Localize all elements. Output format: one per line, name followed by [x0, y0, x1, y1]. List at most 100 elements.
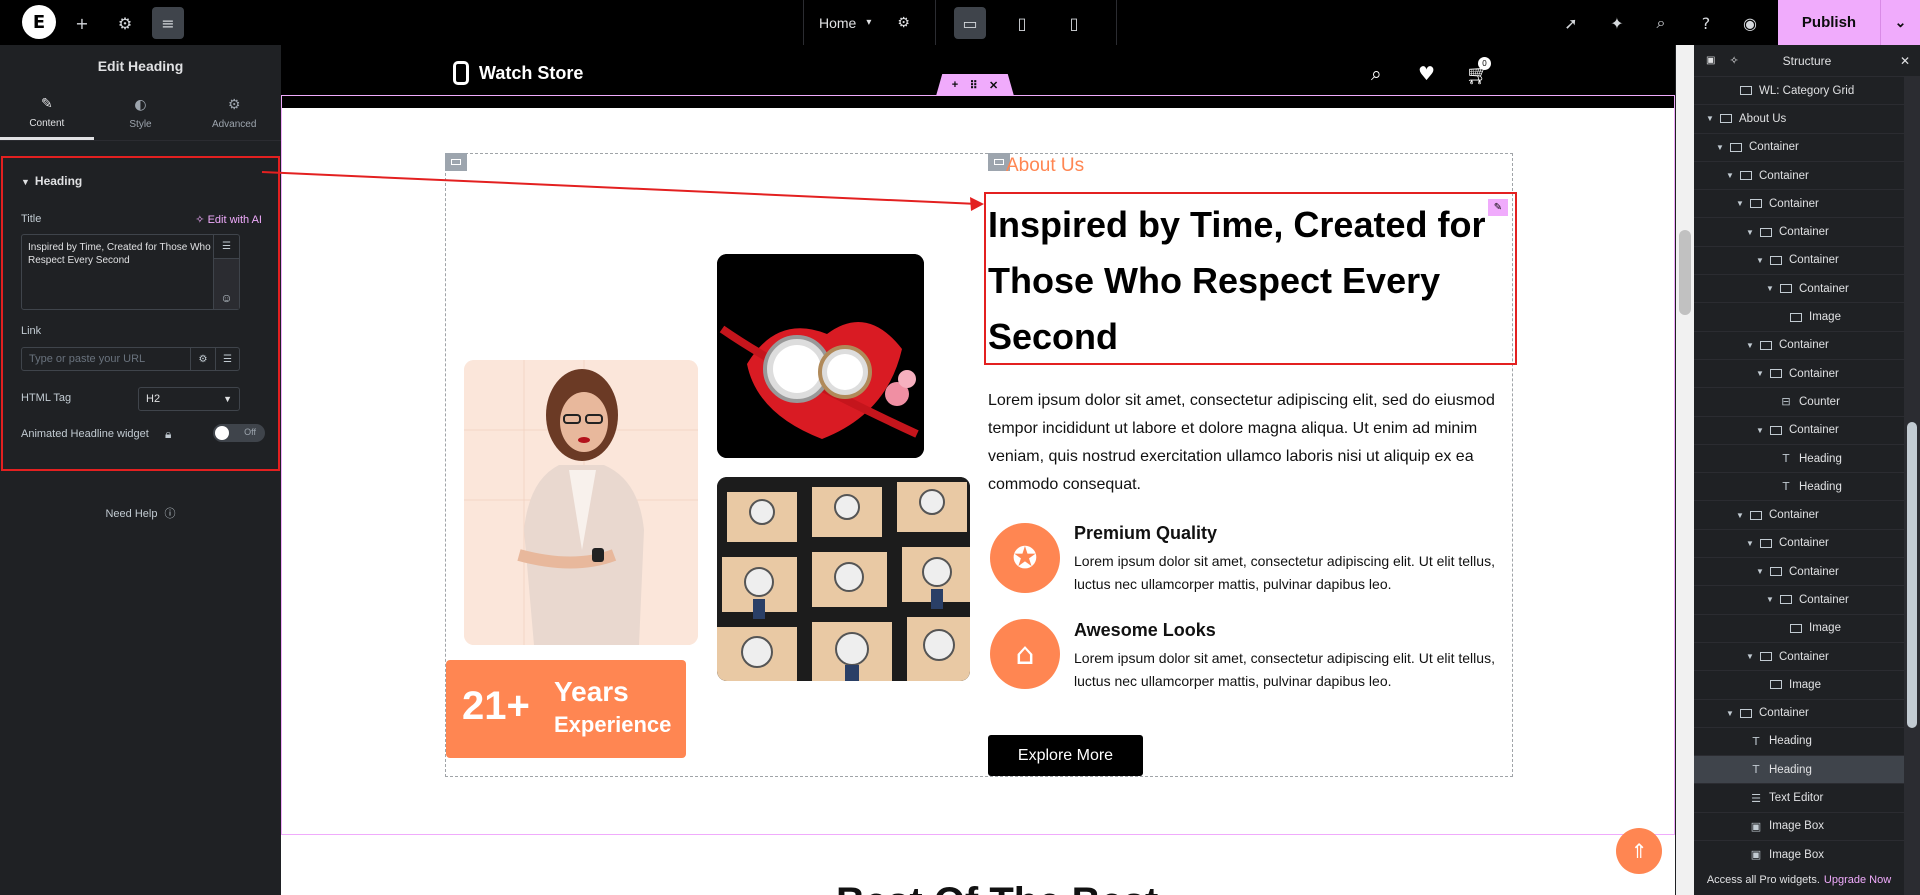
tree-node[interactable]: ▼ Container [1694, 190, 1904, 219]
page-settings-icon[interactable]: ⚙ [897, 14, 910, 31]
structure-scroll-thumb[interactable] [1907, 422, 1917, 728]
tree-node[interactable]: T Heading [1694, 445, 1904, 474]
woman-image[interactable] [464, 360, 698, 645]
structure-scrollbar[interactable] [1904, 77, 1920, 895]
tablet-icon[interactable]: ▯ [1010, 11, 1034, 35]
tree-node[interactable]: ▼ About Us [1694, 105, 1904, 134]
add-section-icon[interactable]: + [952, 79, 958, 91]
tree-node[interactable]: ⊟ Counter [1694, 388, 1904, 417]
tree-node[interactable]: ▼ Container [1694, 218, 1904, 247]
close-icon[interactable]: ✕ [989, 79, 998, 92]
rocket-icon[interactable]: ➚ [1559, 11, 1583, 35]
tree-node[interactable]: Image [1694, 671, 1904, 700]
caret-down-icon[interactable]: ▼ [1706, 114, 1716, 123]
about-us-heading[interactable]: About Us [1006, 155, 1084, 177]
canvas-scrollbar[interactable] [1676, 45, 1694, 895]
caret-down-icon[interactable]: ▼ [1756, 369, 1766, 378]
drag-handle-icon[interactable]: ⠿ [970, 79, 978, 92]
tree-node[interactable]: ▣ Image Box [1694, 813, 1904, 842]
edit-with-ai-button[interactable]: ✧ Edit with AI [195, 213, 262, 226]
feature-text[interactable]: Lorem ipsum dolor sit amet, consectetur … [1074, 647, 1504, 693]
gift-box-watches-image[interactable] [717, 254, 924, 458]
link-dynamic-tags-icon[interactable]: ☰ [215, 348, 239, 370]
close-icon[interactable]: ✕ [1900, 54, 1910, 68]
tree-node[interactable]: ▼ Container [1694, 247, 1904, 276]
tree-node[interactable]: ▼ Container [1694, 162, 1904, 191]
tree-node[interactable]: ▼ Container [1694, 501, 1904, 530]
watch-tray-image[interactable] [717, 477, 970, 681]
scroll-to-top-icon[interactable]: ⇑ [1616, 828, 1662, 874]
container-handle-left[interactable] [445, 153, 467, 171]
about-paragraph[interactable]: Lorem ipsum dolor sit amet, consectetur … [988, 387, 1508, 499]
notifications-icon[interactable]: ✦ [1605, 11, 1629, 35]
tab-style[interactable]: ◐ Style [94, 87, 188, 140]
mobile-icon[interactable]: ▯ [1062, 11, 1086, 35]
tree-node[interactable]: ▼ Container [1694, 700, 1904, 728]
tree-node[interactable]: ▼ Container [1694, 360, 1904, 389]
edit-widget-pencil-icon[interactable]: ✎ [1488, 199, 1508, 216]
heart-icon[interactable]: ♥ [1418, 63, 1435, 85]
html-tag-select[interactable]: H2 ▼ [138, 387, 240, 411]
tree-node[interactable]: ▼ Container [1694, 530, 1904, 559]
chevron-down-icon[interactable]: ⌄ [1880, 0, 1920, 45]
site-brand[interactable]: Watch Store [453, 61, 583, 85]
link-options-gear-icon[interactable]: ⚙ [190, 348, 215, 370]
publish-button[interactable]: Publish ⌄ [1778, 0, 1920, 45]
tree-node[interactable]: ▼ Container [1694, 586, 1904, 615]
page-selector[interactable]: Home ▾ ⚙ [803, 0, 936, 45]
tree-node[interactable]: T Heading [1694, 728, 1904, 757]
feature-title[interactable]: Awesome Looks [1074, 620, 1216, 641]
caret-down-icon[interactable]: ▼ [1726, 709, 1736, 718]
feature-text[interactable]: Lorem ipsum dolor sit amet, consectetur … [1074, 550, 1504, 596]
section-toggle[interactable]: ▼ Heading [21, 174, 82, 188]
tree-node-selected[interactable]: T Heading [1694, 756, 1904, 785]
tree-node[interactable]: Image [1694, 615, 1904, 643]
site-settings-icon[interactable]: ⚙ [113, 11, 137, 35]
tree-node[interactable]: ▼ Container [1694, 417, 1904, 445]
caret-down-icon[interactable]: ▼ [1756, 567, 1766, 576]
caret-down-icon[interactable]: ▼ [1746, 341, 1756, 350]
title-textarea[interactable]: Inspired by Time, Created for Those Who … [21, 234, 240, 310]
caret-down-icon[interactable]: ▼ [1756, 426, 1766, 435]
desktop-icon[interactable]: ▭ [954, 7, 986, 39]
caret-down-icon[interactable]: ▼ [1736, 511, 1746, 520]
caret-down-icon[interactable]: ▼ [1766, 284, 1776, 293]
caret-down-icon[interactable]: ▼ [1746, 652, 1756, 661]
upgrade-now-link[interactable]: Upgrade Now [1824, 874, 1891, 886]
structure-layers-icon[interactable]: ≡ [152, 7, 184, 39]
tree-node[interactable]: ☰ Text Editor [1694, 784, 1904, 813]
animated-headline-toggle[interactable]: Off [213, 424, 265, 442]
caret-down-icon[interactable]: ▼ [1716, 143, 1726, 152]
link-input[interactable]: Type or paste your URL ⚙ ☰ [21, 347, 240, 371]
search-icon[interactable]: ⌕ [1371, 63, 1382, 85]
tree-node[interactable]: WL: Category Grid [1694, 77, 1904, 106]
caret-down-icon[interactable]: ▼ [1746, 539, 1756, 548]
preview-eye-icon[interactable]: ◉ [1738, 11, 1762, 35]
tree-node[interactable]: Image [1694, 303, 1904, 332]
ai-assistant-icon[interactable]: ☺ [214, 259, 239, 309]
add-element-icon[interactable]: + [70, 11, 94, 35]
tree-node[interactable]: ▼ Container [1694, 134, 1904, 162]
tree-node[interactable]: ▼ Container [1694, 332, 1904, 360]
caret-down-icon[interactable]: ▼ [1766, 595, 1776, 604]
caret-down-icon[interactable]: ▼ [1736, 199, 1746, 208]
search-icon[interactable]: ⌕ [1649, 11, 1673, 35]
feature-title[interactable]: Premium Quality [1074, 523, 1217, 544]
tab-advanced[interactable]: ⚙ Advanced [187, 87, 281, 140]
elementor-logo-icon[interactable]: E [22, 5, 56, 39]
section-handle[interactable]: + ⠿ ✕ [936, 74, 1014, 96]
tab-content[interactable]: ✎ Content [0, 87, 94, 140]
tree-node[interactable]: ▼ Container [1694, 643, 1904, 672]
tree-node[interactable]: ▼ Container [1694, 275, 1904, 304]
years-experience-counter[interactable]: 21+ Years Experience [446, 660, 686, 758]
caret-down-icon[interactable]: ▼ [1746, 228, 1756, 237]
explore-more-button[interactable]: Explore More [988, 735, 1143, 776]
tree-node[interactable]: T Heading [1694, 473, 1904, 502]
dynamic-tags-icon[interactable]: ☰ [214, 235, 239, 259]
canvas-scroll-thumb[interactable] [1679, 230, 1691, 315]
need-help-link[interactable]: Need Help ⓘ [0, 505, 281, 521]
caret-down-icon[interactable]: ▼ [1756, 256, 1766, 265]
tree-node[interactable]: ▼ Container [1694, 558, 1904, 587]
help-icon[interactable]: ? [1694, 11, 1718, 35]
caret-down-icon[interactable]: ▼ [1726, 171, 1736, 180]
